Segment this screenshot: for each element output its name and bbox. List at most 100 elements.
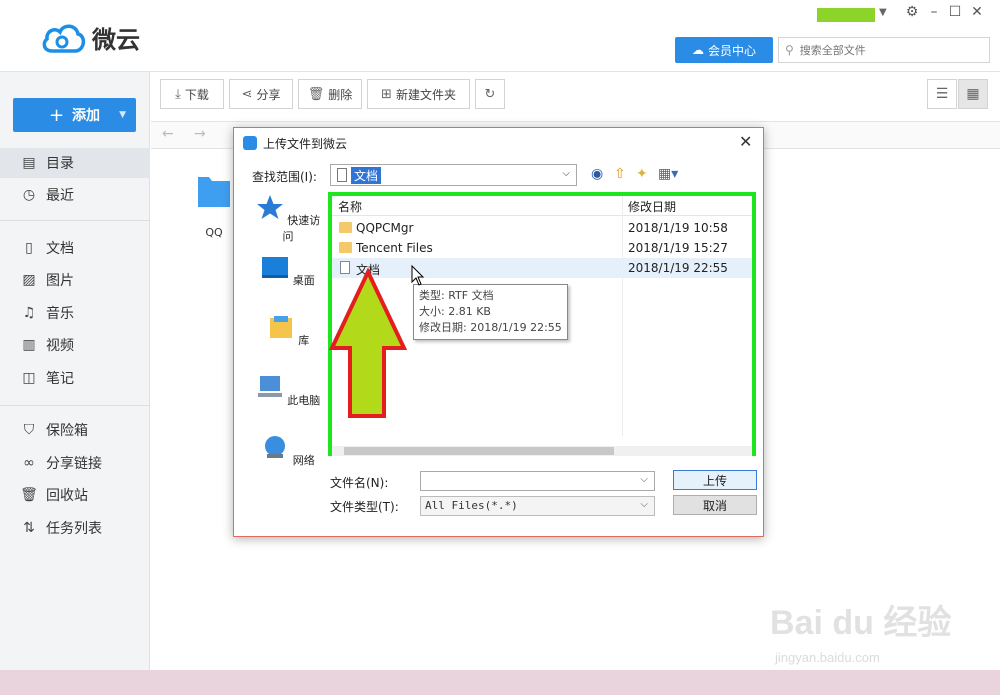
sidebar-item-label: 分享链接 [46,456,102,472]
document-icon [340,261,350,274]
place-network[interactable]: 网络 [251,434,325,468]
sidebar-item-label: 视频 [46,338,74,354]
sidebar-item-label: 笔记 [46,371,74,387]
chevron-down-icon: ▼ [119,110,126,120]
folder-label[interactable]: QQ [198,226,230,239]
grid-view-button[interactable]: ▦ [958,79,988,109]
upload-dialog: 上传文件到微云 ✕ 查找范围(I): 文档 ⌵ ◉ ⇧ ✦ ▦▾ 快速访问 桌面… [233,127,764,537]
sidebar: + 添加 ▼ ▤ 目录 ◷ 最近 ▯ 文档 ▨ 图片 ♫ 音乐 ▥ 视频 ◫ 笔… [0,72,150,670]
place-library[interactable]: 库 [251,314,325,348]
link-icon: ∞ [23,455,35,471]
close-icon[interactable]: ✕ [739,132,752,151]
new-folder-icon[interactable]: ✦ [636,166,648,182]
dialog-title-bar[interactable]: 上传文件到微云 ✕ [234,128,763,158]
sidebar-item-notes[interactable]: ◫ 笔记 [0,363,150,393]
close-icon[interactable]: ✕ [968,4,986,20]
sidebar-item-recycle-bin[interactable]: 🗑 回收站 [0,480,150,510]
maximize-icon[interactable]: ☐ [946,4,964,20]
sidebar-item-label: 目录 [46,156,74,172]
sidebar-item-label: 保险箱 [46,423,88,439]
file-date: 2018/1/19 10:58 [628,221,728,235]
sidebar-item-label: 图片 [46,273,74,289]
lookin-value: 文档 [351,167,382,184]
horizontal-scrollbar[interactable] [332,446,752,456]
sidebar-divider [0,405,150,406]
search-input[interactable] [799,43,980,57]
sidebar-item-documents[interactable]: ▯ 文档 [0,233,150,263]
file-date: 2018/1/19 22:55 [628,261,728,275]
upload-button[interactable]: 上传 [673,470,757,490]
sidebar-item-directory[interactable]: ▤ 目录 [0,148,150,178]
column-name[interactable]: 名称 [338,198,362,215]
forward-arrow-icon[interactable]: → [194,126,206,142]
sidebar-item-safe[interactable]: ⛉ 保险箱 [0,415,150,445]
delete-button[interactable]: 🗑 删除 [298,79,362,109]
user-account[interactable] [817,8,875,22]
minimize-icon[interactable]: – [925,4,943,20]
place-quick-access[interactable]: 快速访问 [251,194,325,244]
place-label: 桌面 [292,274,315,287]
clock-icon: ◷ [22,187,36,203]
view-menu-icon[interactable]: ▦▾ [658,166,678,182]
up-folder-icon[interactable]: ⇧ [614,166,626,182]
back-arrow-icon[interactable]: ← [162,126,174,142]
folder-icon[interactable] [196,173,232,209]
computer-icon [257,376,282,397]
sidebar-item-label: 音乐 [46,306,74,322]
lookin-select[interactable]: 文档 ⌵ [330,164,577,186]
list-view-button[interactable]: ☰ [927,79,957,109]
add-button[interactable]: + 添加 ▼ [13,98,136,132]
refresh-button[interactable]: ↻ [475,79,505,109]
file-name: Tencent Files [356,241,433,255]
video-icon: ▥ [22,337,36,353]
directory-icon: ▤ [22,155,36,171]
file-list-header: 名称 修改日期 [332,196,752,216]
back-icon[interactable]: ◉ [591,166,603,182]
music-icon: ♫ [22,305,36,321]
new-folder-icon: ⊞ [381,86,392,102]
search-box[interactable]: ⚲ [778,37,990,63]
tooltip-type: 类型: RTF 文档 [419,289,494,302]
file-row[interactable]: Tencent Files 2018/1/19 15:27 [332,238,752,258]
share-button[interactable]: ⋖ 分享 [229,79,293,109]
file-row[interactable]: 文档 2018/1/19 22:55 [332,258,752,278]
watermark-url: jingyan.baidu.com [775,650,880,665]
place-this-pc[interactable]: 此电脑 [251,374,325,408]
scrollbar-thumb[interactable] [344,447,614,455]
file-row[interactable]: QQPCMgr 2018/1/19 10:58 [332,218,752,238]
shield-icon: ⛉ [23,422,35,438]
chevron-down-icon: ⌵ [562,168,570,179]
refresh-icon: ↻ [484,86,496,102]
download-icon: ⤓ [175,86,181,102]
gear-icon[interactable]: ⚙ [903,4,921,20]
sidebar-divider [0,220,150,221]
lookin-label: 查找范围(I): [252,170,317,184]
place-label: 网络 [292,454,315,467]
plus-icon: + [48,104,65,126]
delete-label: 删除 [328,87,353,102]
taskbar-strip [0,670,1000,695]
sidebar-item-recent[interactable]: ◷ 最近 [0,180,150,210]
place-desktop[interactable]: 桌面 [251,254,325,288]
user-menu-caret-icon[interactable]: ▼ [879,7,887,18]
sidebar-item-images[interactable]: ▨ 图片 [0,265,150,295]
filename-input[interactable]: ⌵ [420,471,655,491]
filetype-select[interactable]: All Files(*.*) ⌵ [420,496,655,516]
download-button[interactable]: ⤓ 下载 [160,79,224,109]
search-icon: ⚲ [785,43,794,57]
column-date[interactable]: 修改日期 [628,198,676,215]
dialog-title: 上传文件到微云 [263,137,348,151]
vip-center-button[interactable]: ☁ 会员中心 [675,37,773,63]
document-icon: ▯ [25,240,33,256]
app-name: 微云 [92,26,140,54]
sidebar-item-video[interactable]: ▥ 视频 [0,330,150,360]
image-icon: ▨ [22,272,36,288]
sidebar-item-share-links[interactable]: ∞ 分享链接 [0,448,150,478]
new-folder-button[interactable]: ⊞ 新建文件夹 [367,79,470,109]
cancel-button[interactable]: 取消 [673,495,757,515]
add-label: 添加 [72,108,101,124]
sidebar-item-tasks[interactable]: ⇅ 任务列表 [0,513,150,543]
sidebar-item-music[interactable]: ♫ 音乐 [0,298,150,328]
network-icon [265,436,286,458]
cloud-icon [243,136,257,150]
